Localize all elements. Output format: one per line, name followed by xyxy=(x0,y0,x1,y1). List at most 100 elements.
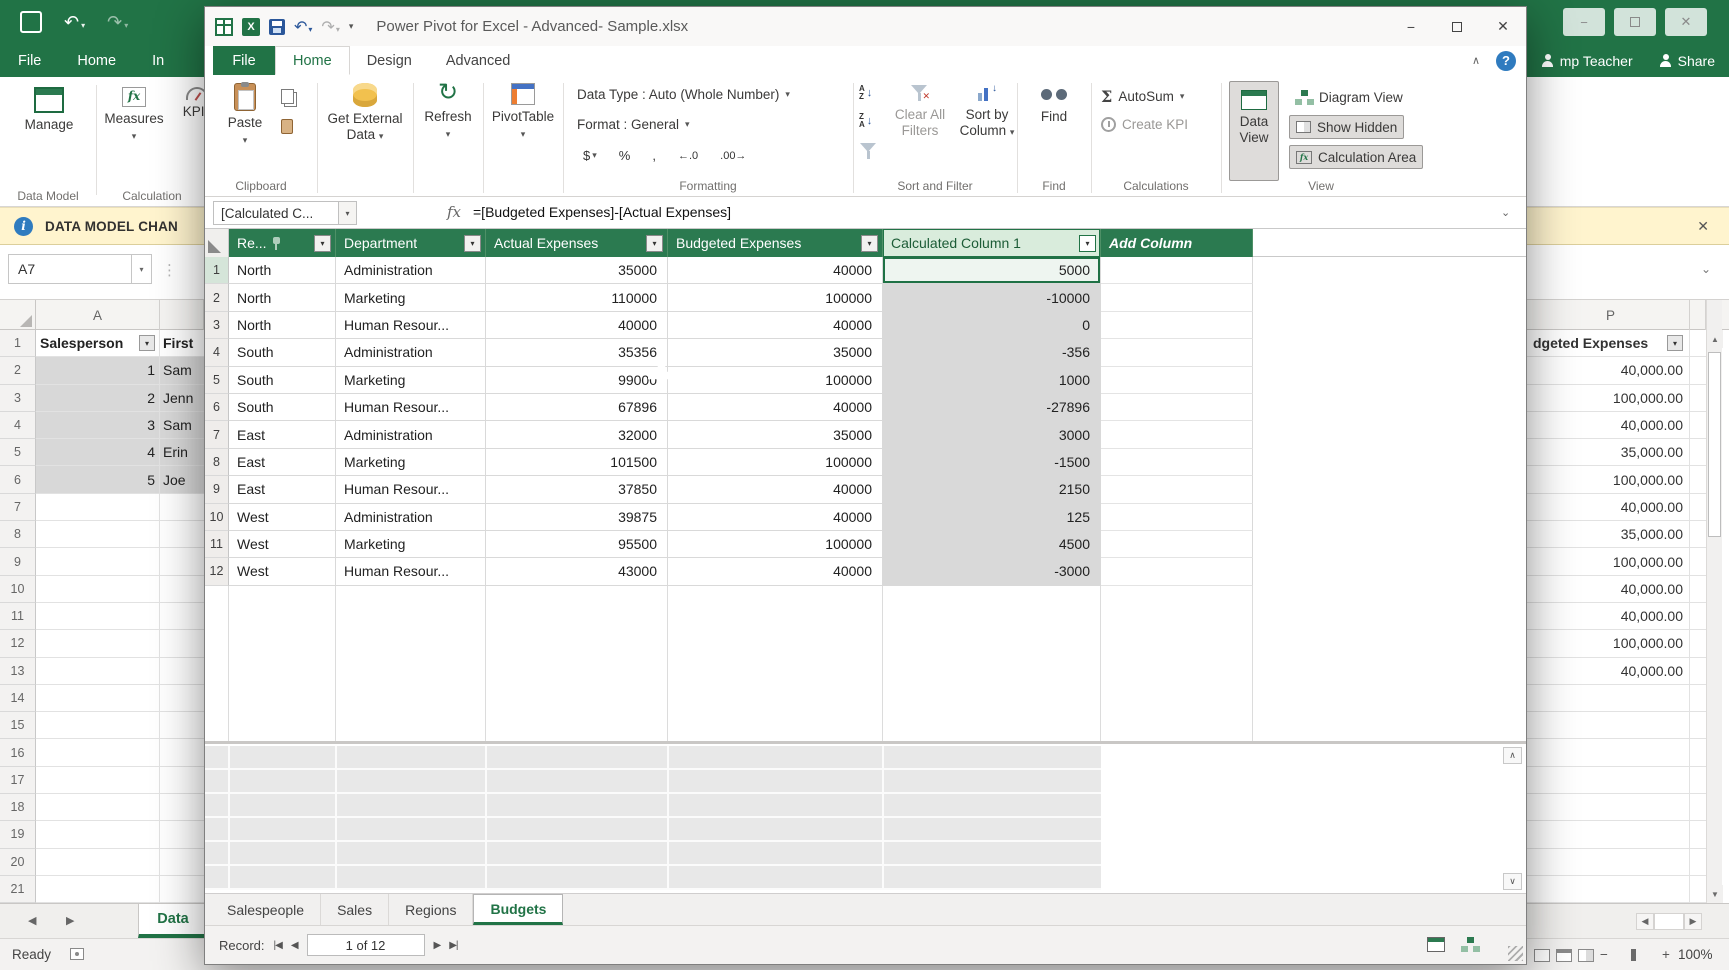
cell-region[interactable]: South xyxy=(229,366,336,394)
cell[interactable] xyxy=(160,876,204,904)
cell-department[interactable]: Marketing xyxy=(336,448,486,477)
hscroll-right-icon[interactable]: ▶ xyxy=(1684,913,1702,930)
sort-ascending-icon[interactable]: A Z ↓ xyxy=(859,85,872,101)
cell-actual[interactable]: 43000 xyxy=(486,558,668,586)
cell[interactable] xyxy=(160,794,204,822)
cell[interactable] xyxy=(36,493,160,522)
cell-budgeted[interactable]: 40000 xyxy=(668,257,883,285)
cell[interactable] xyxy=(1527,821,1690,849)
tab-design[interactable]: Design xyxy=(350,46,429,75)
cell[interactable] xyxy=(1690,603,1706,631)
cell[interactable]: 5 xyxy=(36,466,160,494)
scroll-down-icon[interactable]: ▼ xyxy=(1707,885,1723,903)
scrollbar-thumb[interactable] xyxy=(1708,352,1721,537)
excel-tab-file[interactable]: File xyxy=(0,44,59,77)
sheet-tab-regions[interactable]: Regions xyxy=(389,894,474,925)
cell-add-column[interactable] xyxy=(1101,421,1253,449)
cell-calculated[interactable]: 0 xyxy=(883,311,1101,340)
row-number[interactable]: 3 xyxy=(205,311,229,340)
formula-input[interactable]: =[Budgeted Expenses]-[Actual Expenses] xyxy=(473,204,731,220)
cell[interactable] xyxy=(160,603,204,631)
cell-calculated[interactable]: -356 xyxy=(883,339,1101,367)
normal-view-icon[interactable] xyxy=(1534,949,1550,962)
cell[interactable]: 100,000.00 xyxy=(1527,466,1690,494)
cell-budgeted[interactable]: 35000 xyxy=(668,421,883,449)
manage-data-model-button[interactable]: Manage xyxy=(18,87,80,133)
cell[interactable]: 100,000.00 xyxy=(1527,384,1690,412)
cell[interactable] xyxy=(1690,521,1706,549)
calculation-area-button[interactable]: fx Calculation Area xyxy=(1289,145,1424,169)
cell-region[interactable]: East xyxy=(229,448,336,477)
name-box[interactable]: A7 xyxy=(8,254,132,284)
row-number[interactable]: 10 xyxy=(205,503,229,531)
cell-budgeted[interactable]: 40000 xyxy=(668,311,883,340)
cell[interactable]: 40,000.00 xyxy=(1527,357,1690,385)
cell-department[interactable]: Marketing xyxy=(336,284,486,312)
cell[interactable] xyxy=(36,521,160,549)
cell[interactable] xyxy=(1690,630,1706,658)
row-number[interactable]: 1 xyxy=(205,257,229,285)
cell[interactable] xyxy=(1690,821,1706,849)
pane-splitter[interactable] xyxy=(205,741,1526,744)
sheet-nav-right-icon[interactable]: ▶ xyxy=(66,914,74,927)
cell[interactable] xyxy=(36,875,160,904)
cell[interactable] xyxy=(1527,794,1690,822)
excel-close-button[interactable]: ✕ xyxy=(1665,8,1707,36)
sheet-tab-budgets[interactable]: Budgets xyxy=(473,894,564,925)
copy-icon[interactable] xyxy=(281,89,294,104)
cell[interactable] xyxy=(1690,658,1706,685)
excel-minimize-button[interactable]: − xyxy=(1563,8,1605,36)
cell[interactable] xyxy=(1690,548,1706,576)
excel-maximize-button[interactable] xyxy=(1614,8,1656,36)
cell-add-column[interactable] xyxy=(1101,530,1253,559)
column-header-add-column[interactable]: Add Column xyxy=(1101,229,1253,257)
formula-bar-expand-icon[interactable]: ⌄ xyxy=(1501,206,1510,219)
cell-actual[interactable]: 35356 xyxy=(486,339,668,367)
decrease-decimal-button[interactable]: .00→ xyxy=(714,147,752,165)
cell-add-column[interactable] xyxy=(1101,366,1253,394)
calc-scroll-up-icon[interactable]: ∧ xyxy=(1503,747,1522,764)
cell[interactable] xyxy=(1690,439,1706,467)
cell[interactable] xyxy=(36,821,160,849)
cell-calculated[interactable]: 4500 xyxy=(883,530,1101,559)
refresh-button[interactable]: ↻ Refresh ▾ xyxy=(419,81,477,140)
cell-region[interactable]: North xyxy=(229,284,336,312)
cell[interactable] xyxy=(160,767,204,795)
cell[interactable]: 40,000.00 xyxy=(1527,493,1690,522)
excel-file-icon[interactable]: X xyxy=(242,17,260,36)
cell[interactable] xyxy=(36,575,160,603)
cell[interactable]: 2 xyxy=(36,384,160,412)
format-dropdown[interactable]: Format : General ▾ xyxy=(577,117,690,132)
cell-calculated[interactable]: -10000 xyxy=(883,284,1101,312)
cell-calculated[interactable]: 3000 xyxy=(883,421,1101,449)
sheet-tab-data[interactable]: Data xyxy=(138,904,208,938)
cell-budgeted[interactable]: 40000 xyxy=(668,503,883,531)
cell-actual[interactable]: 40000 xyxy=(486,311,668,340)
hscroll-left-icon[interactable]: ◀ xyxy=(1636,913,1654,930)
cell-department[interactable]: Marketing xyxy=(336,530,486,559)
cell[interactable] xyxy=(160,548,204,576)
calculation-area[interactable] xyxy=(205,746,1101,890)
macro-record-icon[interactable] xyxy=(70,948,84,960)
cell-add-column[interactable] xyxy=(1101,311,1253,340)
percent-button[interactable]: % xyxy=(613,145,637,166)
pp-name-box[interactable]: [Calculated C... xyxy=(213,201,339,225)
cell-budgeted[interactable]: 35000 xyxy=(668,339,883,367)
filter-dropdown-icon[interactable]: ▾ xyxy=(1667,335,1683,352)
row-header[interactable]: 14 xyxy=(0,684,36,713)
cell[interactable] xyxy=(160,630,204,658)
cell-department[interactable]: Human Resour... xyxy=(336,558,486,586)
collapse-ribbon-icon[interactable]: ∧ xyxy=(1472,54,1480,67)
name-box-dropdown-icon[interactable]: ▾ xyxy=(339,201,357,225)
next-record-icon[interactable]: ▶ xyxy=(434,940,442,951)
cell-department[interactable]: Human Resour... xyxy=(336,476,486,504)
cell[interactable]: 35,000.00 xyxy=(1527,439,1690,467)
column-header-department[interactable]: Department ▾ xyxy=(336,229,486,257)
row-number[interactable]: 9 xyxy=(205,476,229,504)
cell[interactable] xyxy=(36,548,160,576)
cell[interactable]: Jenn xyxy=(160,384,204,412)
resize-grip[interactable] xyxy=(1508,946,1523,961)
zoom-level[interactable]: 100% xyxy=(1678,947,1713,962)
cell[interactable] xyxy=(1690,576,1706,603)
paste-special-icon[interactable] xyxy=(281,119,293,134)
